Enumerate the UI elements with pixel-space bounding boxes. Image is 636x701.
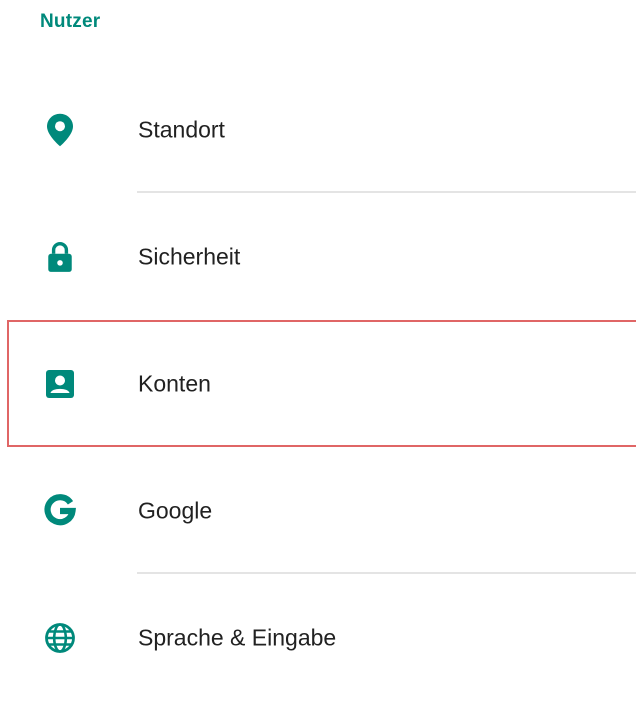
settings-item-standort[interactable]: Standort [0, 66, 636, 193]
settings-item-sicherheit[interactable]: Sicherheit [0, 193, 636, 320]
globe-icon [40, 618, 80, 658]
settings-list: Standort Sicherheit Konten Google Sprach… [0, 66, 636, 701]
settings-item-konten[interactable]: Konten [7, 320, 636, 447]
section-header-nutzer: Nutzer [40, 11, 101, 32]
lock-icon [40, 237, 80, 277]
account-box-icon [40, 364, 80, 404]
settings-item-label: Konten [138, 370, 211, 396]
settings-item-label: Google [138, 497, 213, 523]
settings-item-sprache-eingabe[interactable]: Sprache & Eingabe [0, 574, 636, 701]
settings-item-label: Sprache & Eingabe [138, 624, 337, 650]
location-pin-icon [40, 110, 80, 150]
google-icon [40, 491, 80, 531]
settings-item-label: Standort [138, 116, 225, 142]
settings-item-google[interactable]: Google [0, 447, 636, 574]
settings-item-label: Sicherheit [138, 243, 241, 269]
